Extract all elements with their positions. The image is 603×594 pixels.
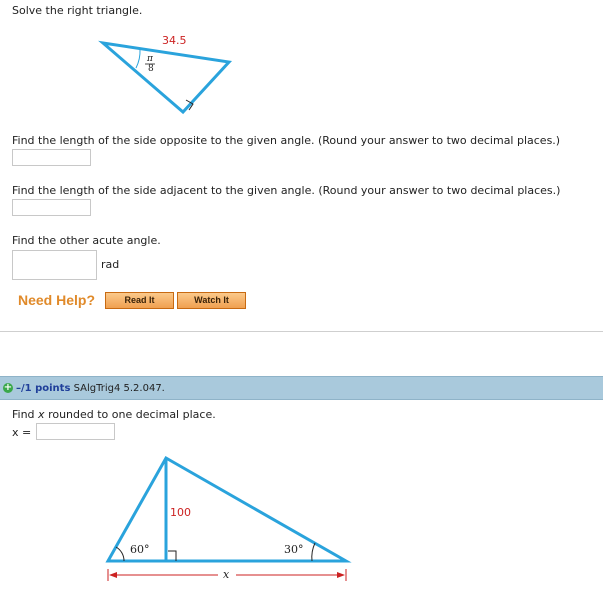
angle-left-label: 60° — [130, 543, 150, 556]
height-label: 100 — [170, 506, 191, 519]
base-label: x — [223, 568, 230, 581]
triangle-diagram-2 — [105, 455, 352, 581]
angle-right-label: 30° — [284, 543, 304, 556]
